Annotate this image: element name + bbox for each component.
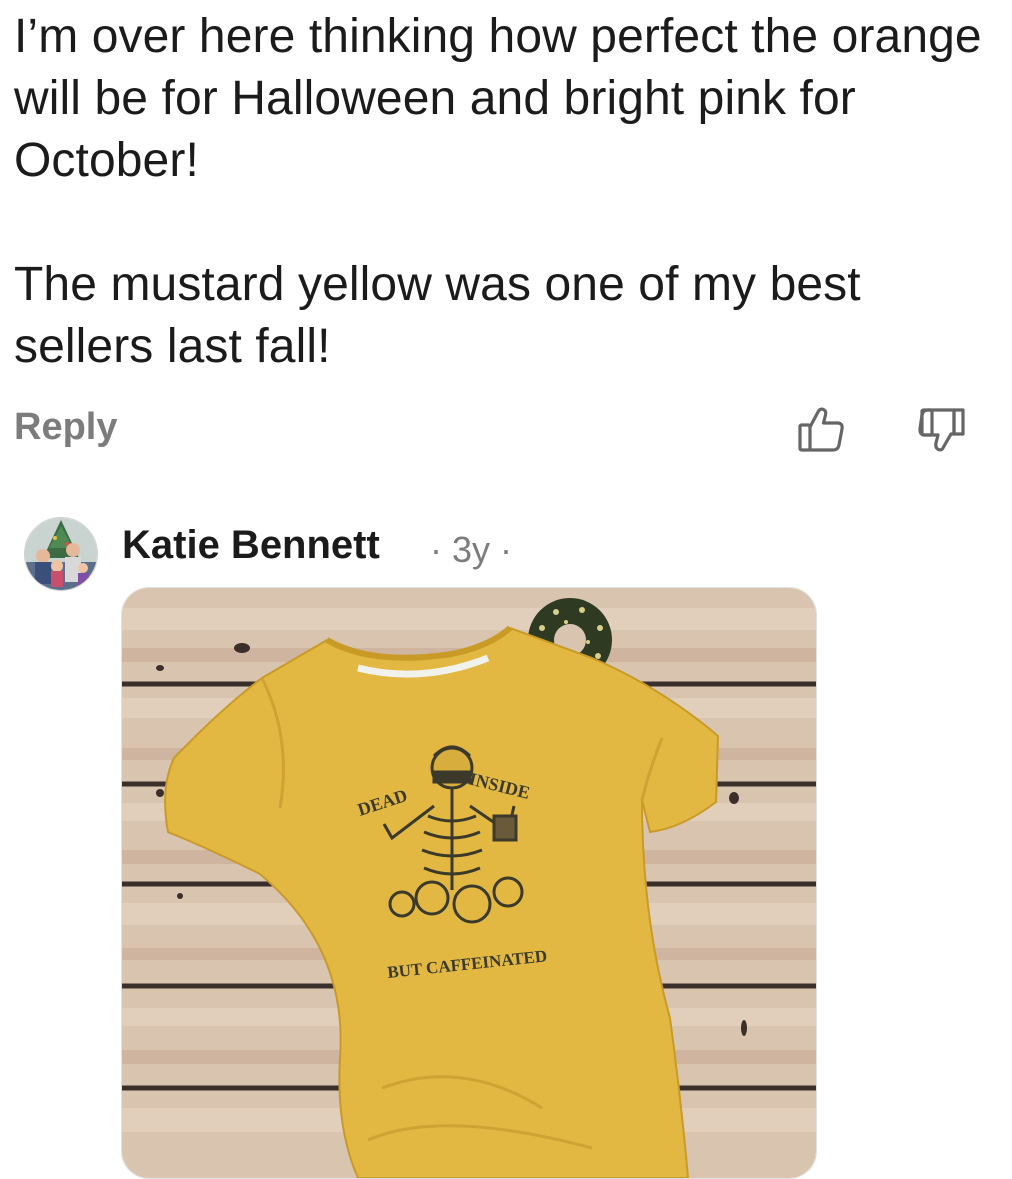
comment-actions: Reply: [14, 404, 974, 460]
comment-paragraph-1: I’m over here thinking how perfect the o…: [14, 10, 982, 187]
author-name[interactable]: Katie Bennett: [122, 523, 380, 568]
post-meta: · 3y ·: [430, 529, 513, 570]
thumbs-up-icon[interactable]: [796, 404, 848, 456]
comment-body: I’m over here thinking how perfect the o…: [14, 6, 994, 378]
comment-paragraph-2: The mustard yellow was one of my best se…: [14, 258, 861, 373]
thumbs-down-icon[interactable]: [916, 404, 968, 456]
avatar[interactable]: [24, 517, 98, 591]
reply-button[interactable]: Reply: [14, 406, 117, 449]
reply-header: Katie Bennett · 3y ·: [24, 517, 924, 591]
family-photo-avatar-icon: [25, 518, 97, 590]
reply-image[interactable]: DEAD INSIDE BUT CAFFEINATED: [121, 587, 817, 1179]
mustard-shirt-photo-icon: DEAD INSIDE BUT CAFFEINATED: [122, 588, 816, 1178]
